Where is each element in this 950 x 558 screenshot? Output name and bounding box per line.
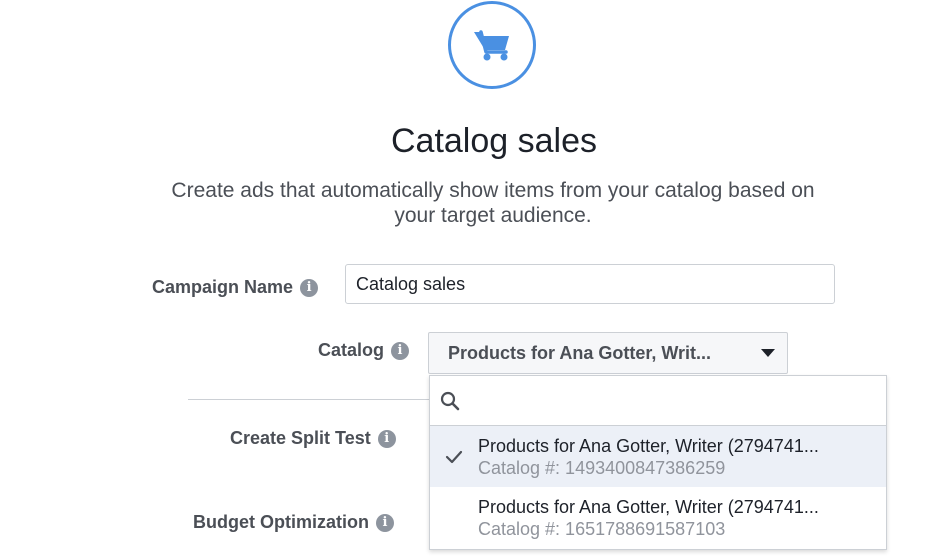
catalog-option-number: Catalog #: 1493400847386259 [478,457,726,478]
catalog-selected-value: Products for Ana Gotter, Writ... [448,342,712,363]
campaign-name-label: Campaign Name i [152,277,319,298]
catalog-sales-circle [448,1,536,89]
catalog-option[interactable]: Products for Ana Gotter, Writer (2794741… [430,426,886,487]
catalog-option-name: Products for Ana Gotter, Writer (2794741… [478,435,819,456]
catalog-dropdown: Products for Ana Gotter, Writer (2794741… [429,375,887,550]
page-title: Catalog sales [390,122,597,160]
dropdown-search-input[interactable] [468,379,886,422]
catalog-option-number: Catalog #: 1651788691587103 [478,518,726,539]
campaign-name-input[interactable] [345,264,835,304]
search-icon [440,391,460,410]
info-icon[interactable]: i [375,513,394,532]
dropdown-search [430,376,886,426]
subtitle-line-2: your target audience. [394,204,592,227]
catalog-option[interactable]: Products for Ana Gotter, Writer (2794741… [430,487,886,548]
catalog-option-name: Products for Ana Gotter, Writer (2794741… [478,496,819,517]
split-test-label: Create Split Test i [230,428,396,449]
budget-optimization-label: Budget Optimization i [193,512,394,533]
divider [188,399,429,400]
caret-down-icon [761,349,775,357]
checkmark-icon [430,450,478,464]
catalog-label-text: Catalog [318,340,385,360]
split-test-label-text: Create Split Test [230,428,371,448]
info-icon[interactable]: i [391,341,410,360]
page-subtitle: Create ads that automatically show items… [115,178,871,228]
info-icon[interactable]: i [300,278,319,297]
catalog-label: Catalog i [318,340,410,361]
subtitle-line-1: Create ads that automatically show items… [171,179,815,202]
info-icon[interactable]: i [377,429,396,448]
budget-label-text: Budget Optimization [193,512,369,532]
campaign-name-label-text: Campaign Name [152,277,294,297]
shopping-cart-icon [474,30,509,61]
catalog-select[interactable]: Products for Ana Gotter, Writ... [428,332,788,374]
